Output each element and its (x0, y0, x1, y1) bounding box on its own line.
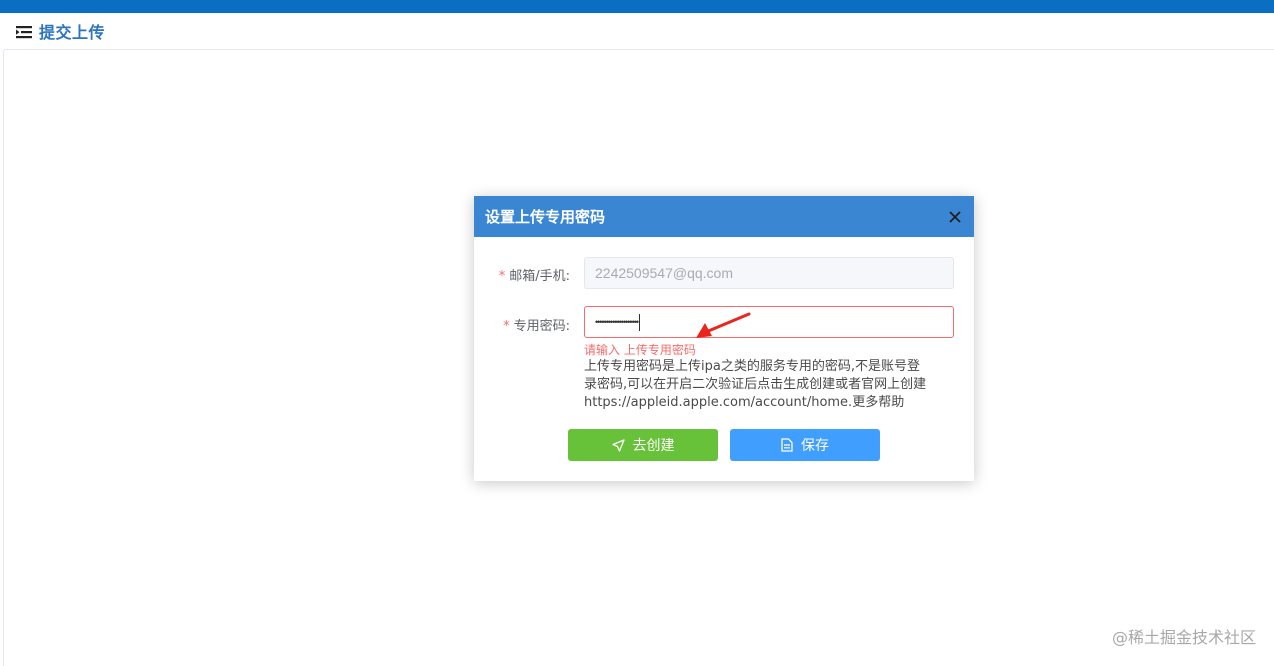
help-line: 录密码,可以在开启二次验证后点击生成创建或者官网上创建 (584, 377, 927, 392)
password-field[interactable]: •••••••••••••••••••• (584, 306, 954, 338)
top-bar (0, 0, 1274, 13)
password-error-message: 请输入 上传专用密码 (584, 343, 696, 357)
watermark: @稀土掘金技术社区 (1111, 628, 1256, 647)
required-mark: * (503, 319, 510, 334)
page-header: 提交上传 (4, 13, 1274, 50)
password-label-text: 专用密码: (513, 319, 570, 334)
close-icon (949, 210, 961, 223)
email-label: * 邮箱/手机: (474, 265, 570, 284)
annotation-arrow-icon (696, 312, 751, 338)
required-mark: * (498, 269, 506, 284)
dialog-header: 设置上传专用密码 (474, 196, 974, 237)
send-icon (611, 438, 625, 452)
email-row: * 邮箱/手机: 2242509547@qq.com (474, 257, 974, 291)
help-text: 上传专用密码是上传ipa之类的服务专用的密码,不是账号登 录密码,可以在开启二次… (584, 358, 956, 412)
page-title: 提交上传 (39, 23, 106, 42)
email-value: 2242509547@qq.com (595, 265, 733, 281)
create-button-label: 去创建 (632, 438, 675, 454)
password-value: •••••••••••••••••••• (595, 317, 639, 327)
text-caret (639, 313, 641, 331)
document-icon (781, 438, 793, 452)
save-button-label: 保存 (801, 438, 829, 454)
help-line: https://appleid.apple.com/account/home.更… (584, 395, 905, 410)
save-button[interactable]: 保存 (730, 429, 880, 461)
close-button[interactable] (946, 208, 964, 226)
email-label-text: 邮箱/手机: (509, 269, 570, 284)
create-button[interactable]: 去创建 (568, 429, 718, 461)
help-line: 上传专用密码是上传ipa之类的服务专用的密码,不是账号登 (584, 359, 920, 374)
left-divider (3, 50, 4, 666)
email-field[interactable]: 2242509547@qq.com (584, 257, 954, 289)
password-label: * 专用密码: (474, 315, 570, 334)
dialog-title: 设置上传专用密码 (485, 208, 606, 226)
menu-list-icon[interactable] (16, 24, 32, 39)
